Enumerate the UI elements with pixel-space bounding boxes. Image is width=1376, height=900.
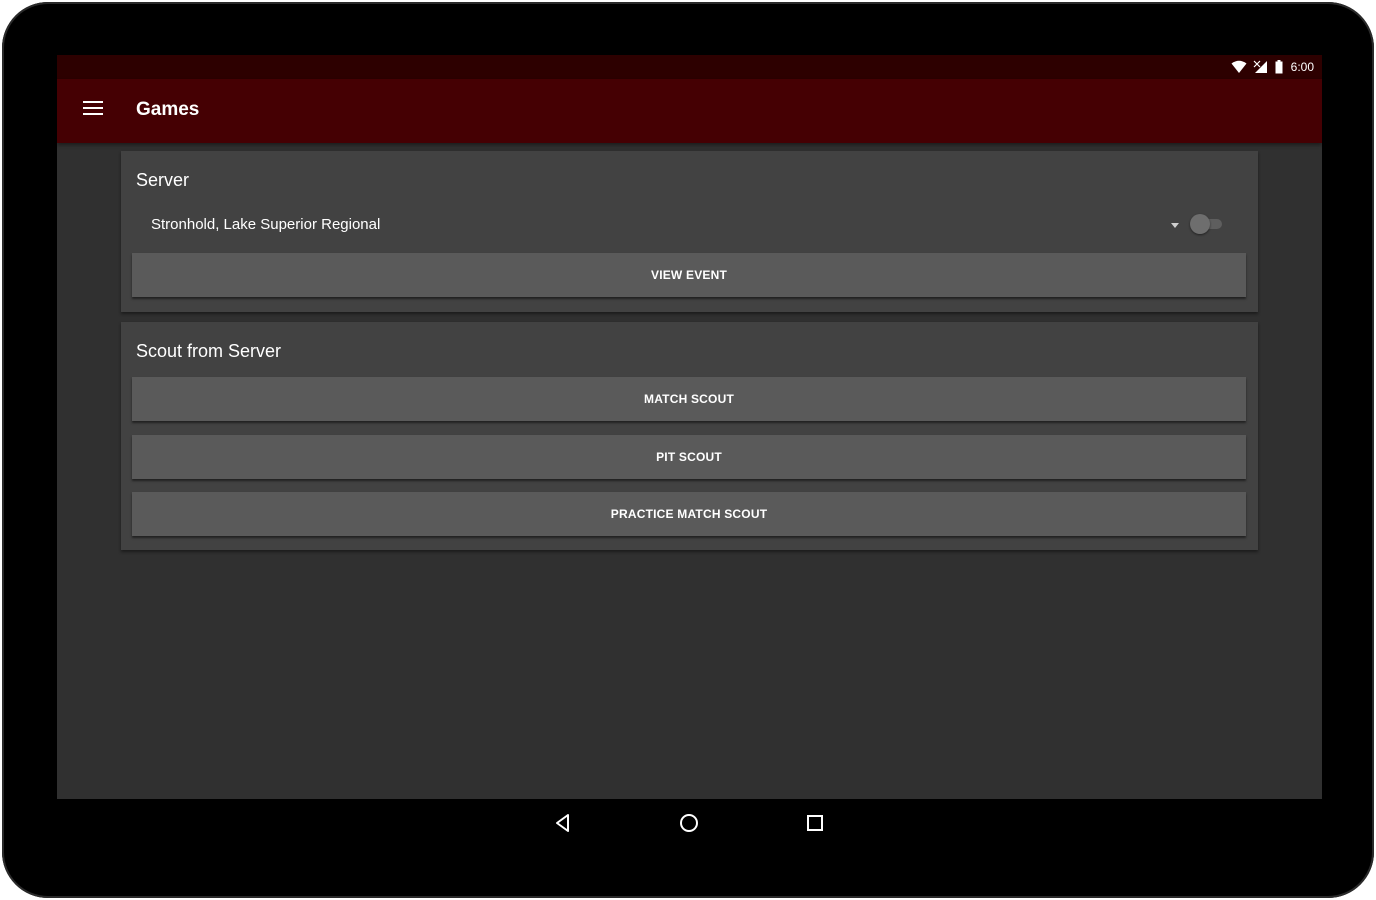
home-icon[interactable] [677,811,701,835]
server-toggle-switch[interactable] [1190,214,1224,234]
view-event-button[interactable]: VIEW EVENT [132,253,1246,297]
app-screen: 6:00 Games Server Stronhold, Lake Superi… [57,55,1322,799]
dropdown-arrow-icon [1171,223,1179,228]
switch-thumb [1190,214,1210,234]
page-title: Games [136,99,200,120]
app-bar: Games [57,79,1322,143]
server-card-title: Server [136,170,190,190]
match-scout-button[interactable]: MATCH SCOUT [132,377,1246,421]
event-spinner[interactable]: Stronhold, Lake Superior Regional [136,207,1179,243]
battery-icon [1275,60,1283,74]
navigation-bar [57,799,1322,847]
event-spinner-value: Stronhold, Lake Superior Regional [151,216,381,233]
back-icon[interactable] [551,811,575,835]
status-bar: 6:00 [57,55,1322,79]
signal-icon [1253,60,1267,73]
status-icons: 6:00 [1231,59,1314,75]
recents-icon[interactable] [803,811,827,835]
hamburger-menu-icon[interactable] [83,101,103,121]
scout-card-title: Scout from Server [136,341,282,361]
status-time: 6:00 [1290,60,1314,74]
pit-scout-button[interactable]: PIT SCOUT [132,435,1246,479]
scout-card: Scout from Server MATCH SCOUT PIT SCOUT … [121,322,1258,550]
wifi-icon [1231,60,1247,73]
practice-match-scout-button[interactable]: PRACTICE MATCH SCOUT [132,492,1246,536]
server-card: Server Stronhold, Lake Superior Regional… [121,151,1258,312]
